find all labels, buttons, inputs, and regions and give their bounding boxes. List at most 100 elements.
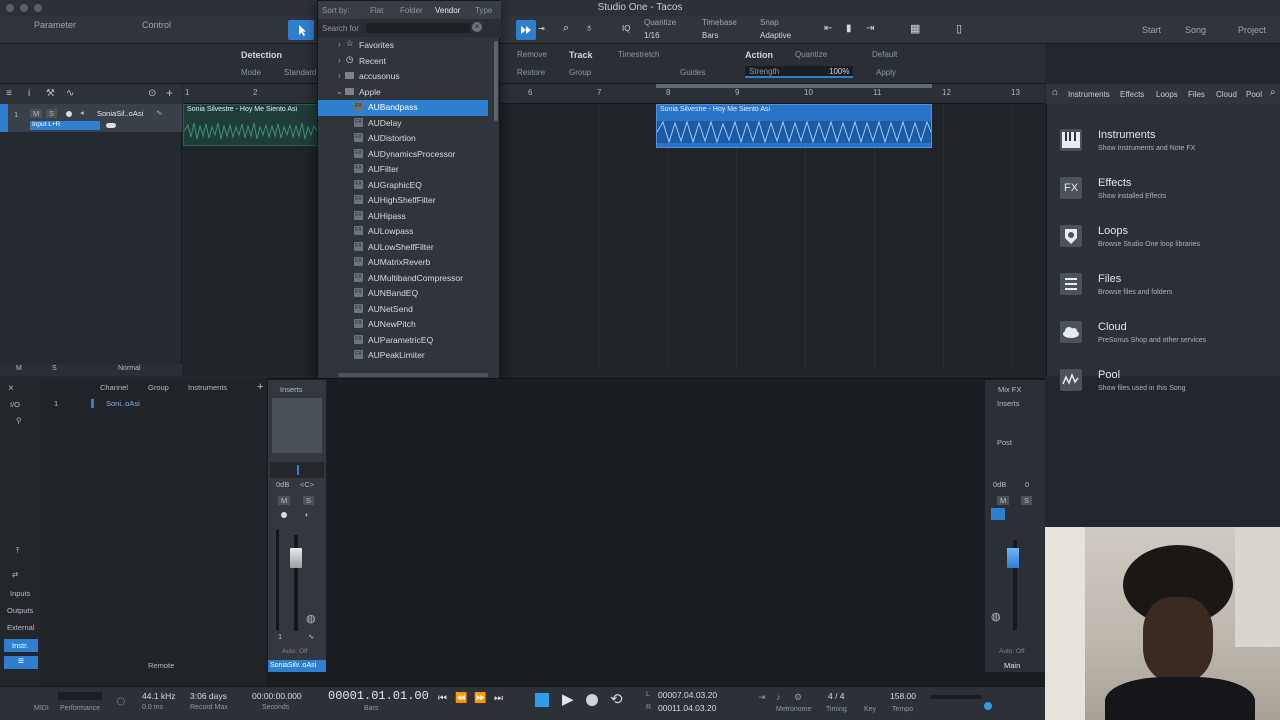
main-inserts-label[interactable]: Inserts — [997, 399, 1020, 408]
song-button[interactable]: Song — [1185, 25, 1206, 35]
group-select[interactable]: Group — [569, 68, 591, 77]
plugin-item[interactable]: FX AUNetSend — [318, 302, 488, 318]
narrow-icon[interactable]: ⇄ — [12, 570, 18, 579]
track-input-select[interactable]: Input L+R — [30, 121, 100, 130]
mix-fx-label[interactable]: Mix FX — [998, 385, 1021, 394]
tab-files[interactable]: Files — [1188, 90, 1205, 99]
mixer-view-icon[interactable]: ▯ — [956, 22, 962, 35]
metronome-icon[interactable]: ♪ — [776, 692, 781, 702]
browser-item-files[interactable]: Files Browse files and folders — [1060, 273, 1270, 313]
plugin-item[interactable]: FX AUPeakLimiter — [318, 348, 488, 364]
pan-readout[interactable]: <C> — [300, 480, 314, 489]
start-button[interactable]: Start — [1142, 25, 1161, 35]
loop-range-bar[interactable] — [656, 84, 932, 88]
plugin-item[interactable]: FX AUDistortion — [318, 131, 488, 147]
dropdown-scrollbar[interactable] — [494, 41, 498, 121]
plugin-item[interactable]: FX AULowpass — [318, 224, 488, 240]
main-automation-icon[interactable] — [991, 508, 1005, 520]
search-icon[interactable]: ⌕ — [1270, 87, 1276, 98]
guides-select[interactable]: Guides — [680, 68, 705, 77]
loop-right-value[interactable]: 00011.04.03.20 — [658, 703, 716, 713]
split-icon[interactable]: ▮ — [846, 23, 852, 34]
seconds-value[interactable]: 00:00:00.000 — [252, 691, 302, 701]
volume-fader[interactable] — [290, 548, 302, 568]
info-icon[interactable]: i — [28, 88, 30, 99]
plugin-item[interactable]: FX AUBandpass — [318, 100, 488, 116]
strip-mute-button[interactable]: M — [278, 496, 291, 505]
main-volume-readout[interactable]: 0dB — [993, 480, 1006, 489]
monitor-toggle[interactable] — [106, 123, 116, 128]
cpu-gauge-icon[interactable]: ◌ — [116, 693, 126, 711]
precount-icon[interactable]: ⇥ — [758, 692, 766, 703]
timeline-ruler[interactable]: 1 2 6 7 8 9 10 11 12 13 — [183, 84, 1045, 104]
timestretch-select[interactable]: Timestretch — [618, 50, 660, 59]
sort-vendor[interactable]: Vendor — [435, 6, 460, 15]
tab-loops[interactable]: Loops — [1156, 90, 1178, 99]
rewind-icon[interactable]: ⏪ — [455, 693, 467, 704]
browser-item-loops[interactable]: Loops Browse Studio One loop libraries — [1060, 225, 1270, 265]
footer-mute[interactable]: M — [16, 365, 22, 372]
metronome-tool-icon[interactable]: ♁ — [585, 22, 593, 34]
plugin-item[interactable]: FX AUFilter — [318, 162, 488, 178]
tab-instruments[interactable]: Instruments — [1068, 90, 1110, 99]
arrow-tool-button[interactable] — [288, 20, 314, 40]
main-automation-mode[interactable]: Auto: Off — [999, 648, 1025, 655]
wrench-icon[interactable]: ⚲ — [16, 416, 22, 425]
strip-name[interactable]: SoniaSilv..oAsi — [268, 660, 326, 672]
browser-item-cloud[interactable]: Cloud PreSonus Shop and other services — [1060, 321, 1270, 361]
sort-flat[interactable]: Flat — [370, 6, 383, 15]
default-button[interactable]: Default — [872, 50, 897, 59]
plugin-item[interactable]: FX AULowShelfFilter — [318, 240, 488, 256]
home-icon[interactable]: ⌂ — [1052, 87, 1058, 98]
main-mute-button[interactable]: M — [997, 496, 1010, 505]
timing-value[interactable]: 4 / 4 — [828, 691, 845, 701]
io-label[interactable]: I/O — [10, 400, 20, 409]
add-instrument-icon[interactable]: + — [257, 381, 263, 393]
loop-left-value[interactable]: 00007.04.03.20 — [658, 690, 717, 700]
channel-name[interactable]: Soni..oAsi — [106, 399, 140, 408]
loop-search-icon[interactable]: ⌕ — [563, 22, 569, 35]
track-mute-button[interactable]: M — [30, 109, 43, 118]
automation-mode[interactable]: Auto: Off — [282, 648, 308, 655]
fast-forward-icon[interactable]: ⏩ — [474, 693, 486, 704]
plugin-item[interactable]: FX AUGraphicEQ — [318, 178, 488, 194]
expand-icon[interactable]: ⤒ — [16, 546, 19, 556]
instr-button[interactable]: Instr. — [4, 639, 38, 652]
timebase-select[interactable]: Bars — [702, 31, 718, 40]
plugin-item[interactable]: FX AUNewPitch — [318, 317, 488, 333]
plugin-item[interactable]: FX AUDelay — [318, 116, 488, 132]
main-pan-knob-icon[interactable]: ◍ — [991, 610, 1001, 623]
automation-icon[interactable]: ∿ — [66, 88, 74, 99]
bars-value[interactable]: 00001.01.01.00 — [328, 689, 429, 703]
track-solo-button[interactable]: S — [46, 109, 58, 118]
track-name[interactable]: SoniaSil..oAsi — [97, 109, 143, 118]
main-volume-fader[interactable] — [1007, 548, 1019, 568]
plugin-item[interactable]: FX AUHighShelfFilter — [318, 193, 488, 209]
loop-button[interactable]: ⟲ — [610, 690, 623, 708]
add-track-icon[interactable]: + — [166, 86, 173, 100]
plugin-item[interactable]: FX AUMatrixReverb — [318, 255, 488, 271]
volume-readout[interactable]: 0dB — [276, 480, 289, 489]
audio-clip-selected[interactable]: Sonia Silvestre - Hoy Me Siento Asi — [656, 104, 932, 148]
apply-button[interactable]: Apply — [876, 68, 896, 77]
snap-select[interactable]: Adaptive — [760, 31, 791, 40]
sort-type[interactable]: Type — [475, 6, 492, 15]
play-button[interactable]: ▶ — [562, 690, 574, 708]
browser-item-effects[interactable]: FX Effects Show installed Effects — [1060, 177, 1270, 217]
plugin-item[interactable]: FX AUNBandEQ — [318, 286, 488, 302]
plugin-item[interactable]: FX AUDynamicsProcessor — [318, 147, 488, 163]
strip-record-icon[interactable] — [281, 512, 287, 518]
master-volume-knob[interactable] — [984, 702, 992, 710]
strip-monitor-icon[interactable]: ◐ — [305, 510, 310, 519]
footer-solo[interactable]: S — [52, 365, 57, 372]
mode-select[interactable]: Standard — [284, 68, 316, 77]
strength-slider[interactable]: Strength 100% — [745, 66, 853, 78]
sort-folder[interactable]: Folder — [400, 6, 423, 15]
quantize-select[interactable]: 1/16 — [644, 31, 660, 40]
vendor-folder-apple[interactable]: ⌄ Apple — [318, 85, 488, 101]
return-to-zero-icon[interactable]: ⏮ — [438, 693, 447, 704]
restore-button[interactable]: Restore — [517, 68, 545, 77]
footer-mode[interactable]: Normal — [118, 365, 141, 372]
pan-knob-icon[interactable]: ◍ — [306, 612, 316, 625]
click-settings-icon[interactable]: ⚙ — [794, 692, 802, 703]
